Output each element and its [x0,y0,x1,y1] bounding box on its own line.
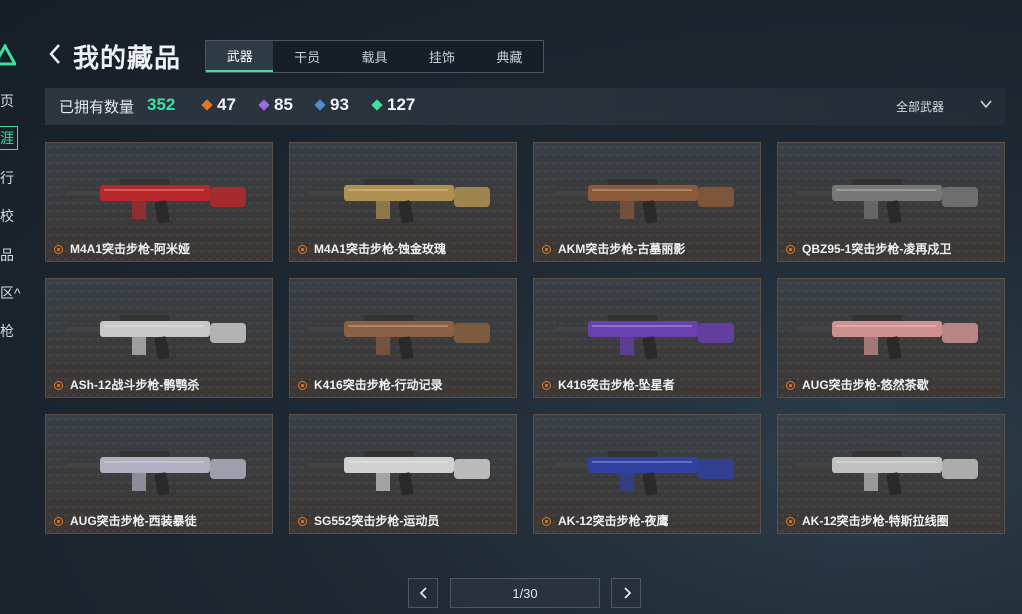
nav-item-home[interactable]: 页 [0,91,14,111]
category-tabs: 武器 干员 载具 挂饰 典藏 [205,40,544,73]
rarity-icon [54,381,63,390]
owned-count: 352 [147,95,176,114]
blue-gem-icon [314,99,326,111]
side-nav: 页 涯 行 校 品 区^ 枪 [0,0,30,614]
nav-item-action[interactable]: 行 [0,168,14,188]
weapon-skin-image [310,179,490,224]
skin-name: AK-12突击步枪-夜鹰 [558,514,669,528]
nav-item-collection[interactable]: 品 [0,245,14,265]
nav-item-area[interactable]: 区^ [0,283,21,303]
tier-count-value: 93 [330,95,349,114]
weapon-skin-image [798,451,978,496]
weapon-skin-image [554,315,734,360]
skin-name: AKM突击步枪-古墓丽影 [558,242,686,256]
skin-name: AK-12突击步枪-特斯拉线圈 [802,514,949,528]
back-arrow-icon[interactable] [48,42,62,66]
skin-name: K416突击步枪-坠星者 [558,378,675,392]
tier-count-epic: 85 [258,95,293,115]
rarity-icon [54,517,63,526]
skin-card[interactable]: AK-12突击步枪-特斯拉线圈 [777,414,1005,534]
nav-item-school[interactable]: 校 [0,206,14,226]
skin-name: K416突击步枪-行动记录 [314,378,443,392]
tier-count-common: 127 [371,95,416,115]
skin-card[interactable]: SG552突击步枪-运动员 [289,414,517,534]
rarity-icon [786,245,795,254]
skin-name: QBZ95-1突击步枪-凌再戍卫 [802,242,952,256]
skin-card[interactable]: M4A1突击步枪-阿米娅 [45,142,273,262]
skin-name: AUG突击步枪-悠然茶歇 [802,378,929,392]
tier-count-value: 47 [217,95,236,114]
game-logo-icon [0,44,16,66]
skin-grid: M4A1突击步枪-阿米娅 M4A1突击步枪-蚀金玫瑰 AKM突击步枪-古墓丽影 QBZ… [45,142,1005,536]
rarity-icon [786,381,795,390]
prev-page-button[interactable] [408,578,438,608]
chevron-down-icon[interactable] [979,97,993,111]
purple-gem-icon [258,99,270,111]
weapon-skin-image [554,451,734,496]
skin-card[interactable]: QBZ95-1突击步枪-凌再戍卫 [777,142,1005,262]
weapon-skin-image [66,179,246,224]
weapon-skin-image [310,451,490,496]
weapon-skin-image [310,315,490,360]
weapon-skin-image [66,451,246,496]
skin-name: AUG突击步枪-西装暴徒 [70,514,197,528]
skin-card[interactable]: K416突击步枪-行动记录 [289,278,517,398]
rarity-icon [542,245,551,254]
chevron-left-icon [419,587,427,599]
rarity-icon [298,381,307,390]
rarity-icon [298,245,307,254]
skin-card[interactable]: AK-12突击步枪-夜鹰 [533,414,761,534]
tier-count-value: 85 [274,95,293,114]
ownership-stats-bar: 已拥有数量 352 47 85 93 127 全部武器 [45,88,1005,125]
rarity-icon [54,245,63,254]
page-indicator: 1/30 [450,578,600,608]
page-title: 我的藏品 [73,43,182,73]
skin-card[interactable]: M4A1突击步枪-蚀金玫瑰 [289,142,517,262]
tier-count-rare: 93 [314,95,349,115]
rarity-icon [298,517,307,526]
skin-card[interactable]: K416突击步枪-坠星者 [533,278,761,398]
skin-card[interactable]: AUG突击步枪-悠然茶歇 [777,278,1005,398]
weapon-skin-image [798,315,978,360]
tab-collectibles[interactable]: 典藏 [476,41,543,72]
skin-card[interactable]: AUG突击步枪-西装暴徒 [45,414,273,534]
rarity-icon [786,517,795,526]
skin-card[interactable]: ASh-12战斗步枪-鹘鹗杀 [45,278,273,398]
weapon-skin-image [66,315,246,360]
tier-count-legendary: 47 [201,95,236,115]
tier-count-value: 127 [387,95,416,114]
nav-item-gun[interactable]: 枪 [0,321,14,341]
rarity-icon [542,381,551,390]
weapon-filter-dropdown[interactable]: 全部武器 [896,98,944,115]
tab-charms[interactable]: 挂饰 [408,41,475,72]
skin-name: M4A1突击步枪-阿米娅 [70,242,191,256]
green-gem-icon [371,99,383,111]
tab-vehicles[interactable]: 载具 [341,41,408,72]
tab-operators[interactable]: 干员 [273,41,340,72]
skin-name: M4A1突击步枪-蚀金玫瑰 [314,242,447,256]
tab-weapons[interactable]: 武器 [206,41,274,72]
chevron-right-icon [624,587,632,599]
owned-label: 已拥有数量 [59,99,135,116]
nav-item-career[interactable]: 涯 [0,126,18,150]
skin-name: SG552突击步枪-运动员 [314,514,440,528]
skin-name: ASh-12战斗步枪-鹘鹗杀 [70,378,200,392]
weapon-skin-image [798,179,978,224]
rarity-icon [542,517,551,526]
skin-card[interactable]: AKM突击步枪-古墓丽影 [533,142,761,262]
weapon-skin-image [554,179,734,224]
orange-gem-icon [201,99,213,111]
next-page-button[interactable] [611,578,641,608]
